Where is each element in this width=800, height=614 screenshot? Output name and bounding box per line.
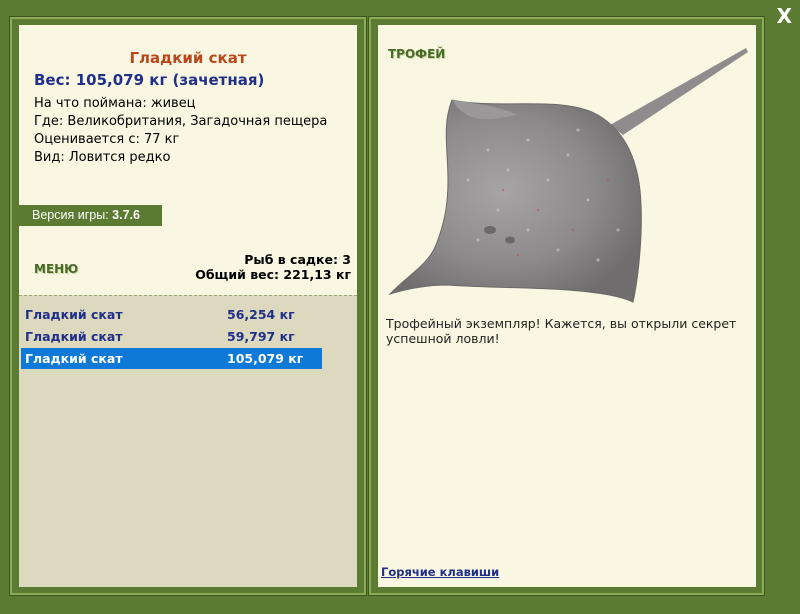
menu-button[interactable]: МЕНЮ <box>34 262 78 276</box>
keepnet-total: Общий вес: 221,13 кг <box>195 267 351 282</box>
version-label: Версия игры: <box>32 208 109 222</box>
list-item-selected[interactable]: Гладкий скат 105,079 кг <box>21 348 322 369</box>
stingray-image <box>378 40 756 330</box>
keepnet-summary: Рыб в садке: 3 Общий вес: 221,13 кг <box>195 252 351 282</box>
fish-title: Гладкий скат <box>129 49 247 67</box>
rating-line: Оценивается с: 77 кг <box>34 132 180 147</box>
version-value: 3.7.6 <box>112 208 140 222</box>
catch-list: Гладкий скат 56,254 кг Гладкий скат 59,7… <box>19 295 357 587</box>
fish-details: На что поймана: живец Где: Великобритани… <box>34 95 327 167</box>
catch-weight: 59,797 кг <box>227 329 295 344</box>
catch-weight: 105,079 кг <box>227 351 304 366</box>
catch-weight: 56,254 кг <box>227 307 295 322</box>
fish-info-panel: Гладкий скат Вес: 105,079 кг (зачетная) … <box>19 25 357 587</box>
catch-name: Гладкий скат <box>25 307 123 322</box>
catch-name: Гладкий скат <box>25 329 123 344</box>
list-item[interactable]: Гладкий скат 56,254 кг <box>21 304 322 325</box>
hotkeys-link[interactable]: Горячие клавиши <box>381 565 499 579</box>
bait-line: На что поймана: живец <box>34 96 196 111</box>
trophy-panel: ТРОФЕЙ Трофейный экземпляр! Кажется, вы … <box>378 25 756 587</box>
trophy-message: Трофейный экземпляр! Кажется, вы открыли… <box>386 316 737 346</box>
close-button[interactable]: X <box>777 4 792 28</box>
trophy-label: ТРОФЕЙ <box>388 47 446 61</box>
catch-name: Гладкий скат <box>25 351 123 366</box>
keepnet-count: Рыб в садке: 3 <box>244 252 351 267</box>
list-item[interactable]: Гладкий скат 59,797 кг <box>21 326 322 347</box>
rarity-line: Вид: Ловится редко <box>34 150 171 165</box>
location-line: Где: Великобритания, Загадочная пещера <box>34 114 328 129</box>
fish-weight: Вес: 105,079 кг (зачетная) <box>34 71 265 89</box>
version-badge: Версия игры: 3.7.6 <box>18 205 162 226</box>
